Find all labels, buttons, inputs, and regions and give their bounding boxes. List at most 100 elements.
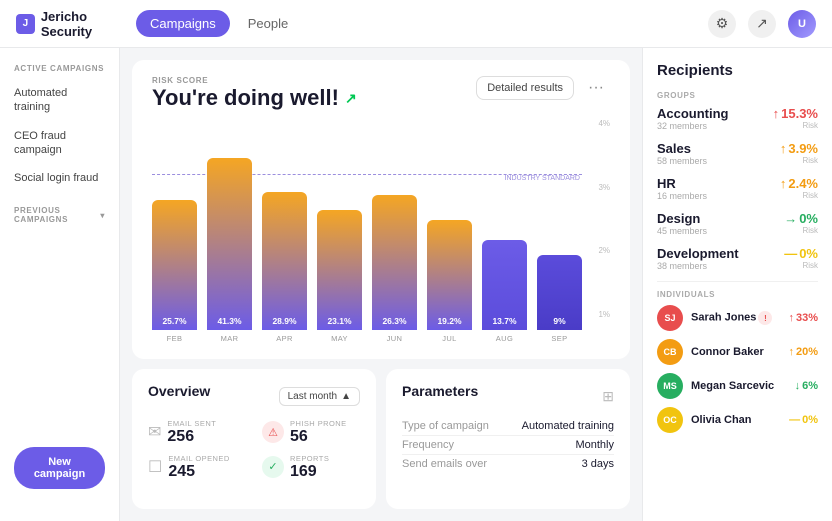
bar-pct-aug: 13.7% <box>492 316 516 326</box>
overview-card: Overview Last month ▲ ✉ EMAIL SENT 256 <box>132 369 376 509</box>
nav-tabs: Campaigns People <box>136 10 708 37</box>
previous-campaigns-toggle[interactable]: PREVIOUS CAMPAIGNS ▾ <box>0 206 119 224</box>
params-title: Parameters <box>402 383 478 399</box>
new-campaign-button[interactable]: New campaign <box>14 447 105 489</box>
tab-people[interactable]: People <box>234 10 302 37</box>
brand-logo: J Jericho Security <box>16 9 136 39</box>
individual-pct: — 0% <box>789 414 818 426</box>
params-grid-icon[interactable]: ⊞ <box>602 388 614 405</box>
individual-name: Connor Baker <box>691 346 780 358</box>
group-risk: Risk <box>780 191 818 200</box>
individual-item-connor-baker[interactable]: CB Connor Baker ↑ 20% <box>657 339 818 365</box>
bar-pct-jun: 26.3% <box>382 316 406 326</box>
group-name: Development <box>657 246 739 261</box>
email-opened-icon: ☐ <box>148 457 162 477</box>
phish-prone-icon: ⚠ <box>262 421 284 443</box>
sidebar-item-automated[interactable]: Automated training <box>0 79 119 122</box>
bar-month-jul: JUL <box>442 334 456 343</box>
period-button[interactable]: Last month ▲ <box>279 387 360 406</box>
group-name: Sales <box>657 141 707 156</box>
individual-name: Olivia Chan <box>691 414 781 426</box>
stats-grid: ✉ EMAIL SENT 256 ⚠ PHISH PRONE 56 <box>148 419 360 480</box>
group-risk: Risk <box>784 261 818 270</box>
reports-icon: ✓ <box>262 456 284 478</box>
individuals-section-label: INDIVIDUALS <box>657 290 818 299</box>
overview-title: Overview <box>148 383 210 399</box>
group-pct: ↑ 2.4% <box>780 176 818 191</box>
individual-avatar: OC <box>657 407 683 433</box>
param-row-type: Type of campaign Automated training <box>402 417 614 436</box>
stat-reports: ✓ REPORTS 169 <box>262 454 360 481</box>
bar-month-jun: JUN <box>387 334 403 343</box>
individual-pct: ↓ 6% <box>795 380 818 392</box>
bar-pct-apr: 28.9% <box>272 316 296 326</box>
bar-col-mar: 41.3% MAR <box>207 153 252 343</box>
sidebar-item-ceo[interactable]: CEO fraud campaign <box>0 122 119 165</box>
risk-score-label: RISK SCORE <box>152 76 357 85</box>
brand-name: Jericho Security <box>41 9 136 39</box>
stat-email-sent: ✉ EMAIL SENT 256 <box>148 419 246 446</box>
group-name: HR <box>657 176 707 191</box>
individual-item-olivia-chan[interactable]: OC Olivia Chan — 0% <box>657 407 818 433</box>
bar-mar: 41.3% <box>207 158 252 330</box>
bar-jun: 26.3% <box>372 195 417 330</box>
groups-list: Accounting 32 members ↑ 15.3% Risk Sales… <box>657 106 818 271</box>
group-members: 32 members <box>657 121 729 131</box>
share-icon[interactable]: ↗ <box>748 10 776 38</box>
recipients-title: Recipients <box>657 62 818 79</box>
individual-avatar: SJ <box>657 305 683 331</box>
chart-header: RISK SCORE You're doing well! ↗ Detailed… <box>152 76 610 111</box>
top-navigation: J Jericho Security Campaigns People ⚙ ↗ … <box>0 0 832 48</box>
main-layout: ACTIVE CAMPAIGNS Automated training CEO … <box>0 48 832 521</box>
group-risk: Risk <box>780 156 818 165</box>
bars-container: INDUSTRY STANDARD 25.7%FEB41.3%MAR28.9%A… <box>152 153 610 343</box>
chart-card: RISK SCORE You're doing well! ↗ Detailed… <box>132 60 630 359</box>
group-item-sales[interactable]: Sales 58 members ↑ 3.9% Risk <box>657 141 818 166</box>
individual-pct: ↑ 33% <box>788 312 818 324</box>
sidebar: ACTIVE CAMPAIGNS Automated training CEO … <box>0 48 120 521</box>
topnav-right: ⚙ ↗ U <box>708 10 816 38</box>
group-name: Design <box>657 211 707 226</box>
param-row-send: Send emails over 3 days <box>402 455 614 473</box>
bar-feb: 25.7% <box>152 200 197 330</box>
individual-item-megan-sarcevic[interactable]: MS Megan Sarcevic ↓ 6% <box>657 373 818 399</box>
main-content: RISK SCORE You're doing well! ↗ Detailed… <box>120 48 642 521</box>
bar-month-feb: FEB <box>167 334 183 343</box>
group-item-hr[interactable]: HR 16 members ↑ 2.4% Risk <box>657 176 818 201</box>
warn-badge: ! <box>758 311 772 325</box>
group-pct: → 0% <box>784 211 818 226</box>
bar-month-aug: AUG <box>496 334 513 343</box>
send-icon: ✉ <box>148 422 161 442</box>
settings-icon[interactable]: ⚙ <box>708 10 736 38</box>
bar-pct-may: 23.1% <box>327 316 351 326</box>
group-item-accounting[interactable]: Accounting 32 members ↑ 15.3% Risk <box>657 106 818 131</box>
tab-campaigns[interactable]: Campaigns <box>136 10 230 37</box>
group-item-development[interactable]: Development 38 members — 0% Risk <box>657 246 818 271</box>
group-risk: Risk <box>784 226 818 235</box>
individual-avatar: MS <box>657 373 683 399</box>
params-card: Parameters ⊞ Type of campaign Automated … <box>386 369 630 509</box>
individuals-list: SJ Sarah Jones! ↑ 33% CB Connor Baker ↑ … <box>657 305 818 433</box>
stat-email-opened: ☐ EMAIL OPENED 245 <box>148 454 246 481</box>
groups-section-label: GROUPS <box>657 91 818 100</box>
chart-title: You're doing well! ↗ <box>152 85 357 111</box>
individual-item-sarah-jones[interactable]: SJ Sarah Jones! ↑ 33% <box>657 305 818 331</box>
bar-chart-area: 4% 3% 2% 1% INDUSTRY STANDARD 25.7%FEB41… <box>152 119 610 343</box>
params-header: Parameters ⊞ <box>402 383 614 409</box>
bar-pct-sep: 9% <box>553 316 565 326</box>
chart-actions: Detailed results ··· <box>476 76 610 100</box>
group-risk: Risk <box>773 121 818 130</box>
bar-aug: 13.7% <box>482 240 527 330</box>
individual-pct: ↑ 20% <box>788 346 818 358</box>
group-members: 16 members <box>657 191 707 201</box>
bar-month-mar: MAR <box>221 334 239 343</box>
user-avatar[interactable]: U <box>788 10 816 38</box>
more-menu-button[interactable]: ··· <box>582 77 610 99</box>
group-members: 58 members <box>657 156 707 166</box>
bar-apr: 28.9% <box>262 192 307 330</box>
group-pct: ↑ 3.9% <box>780 141 818 156</box>
sidebar-item-social[interactable]: Social login fraud <box>0 164 119 192</box>
detailed-results-button[interactable]: Detailed results <box>476 76 574 100</box>
group-item-design[interactable]: Design 45 members → 0% Risk <box>657 211 818 236</box>
group-pct: ↑ 15.3% <box>773 106 818 121</box>
